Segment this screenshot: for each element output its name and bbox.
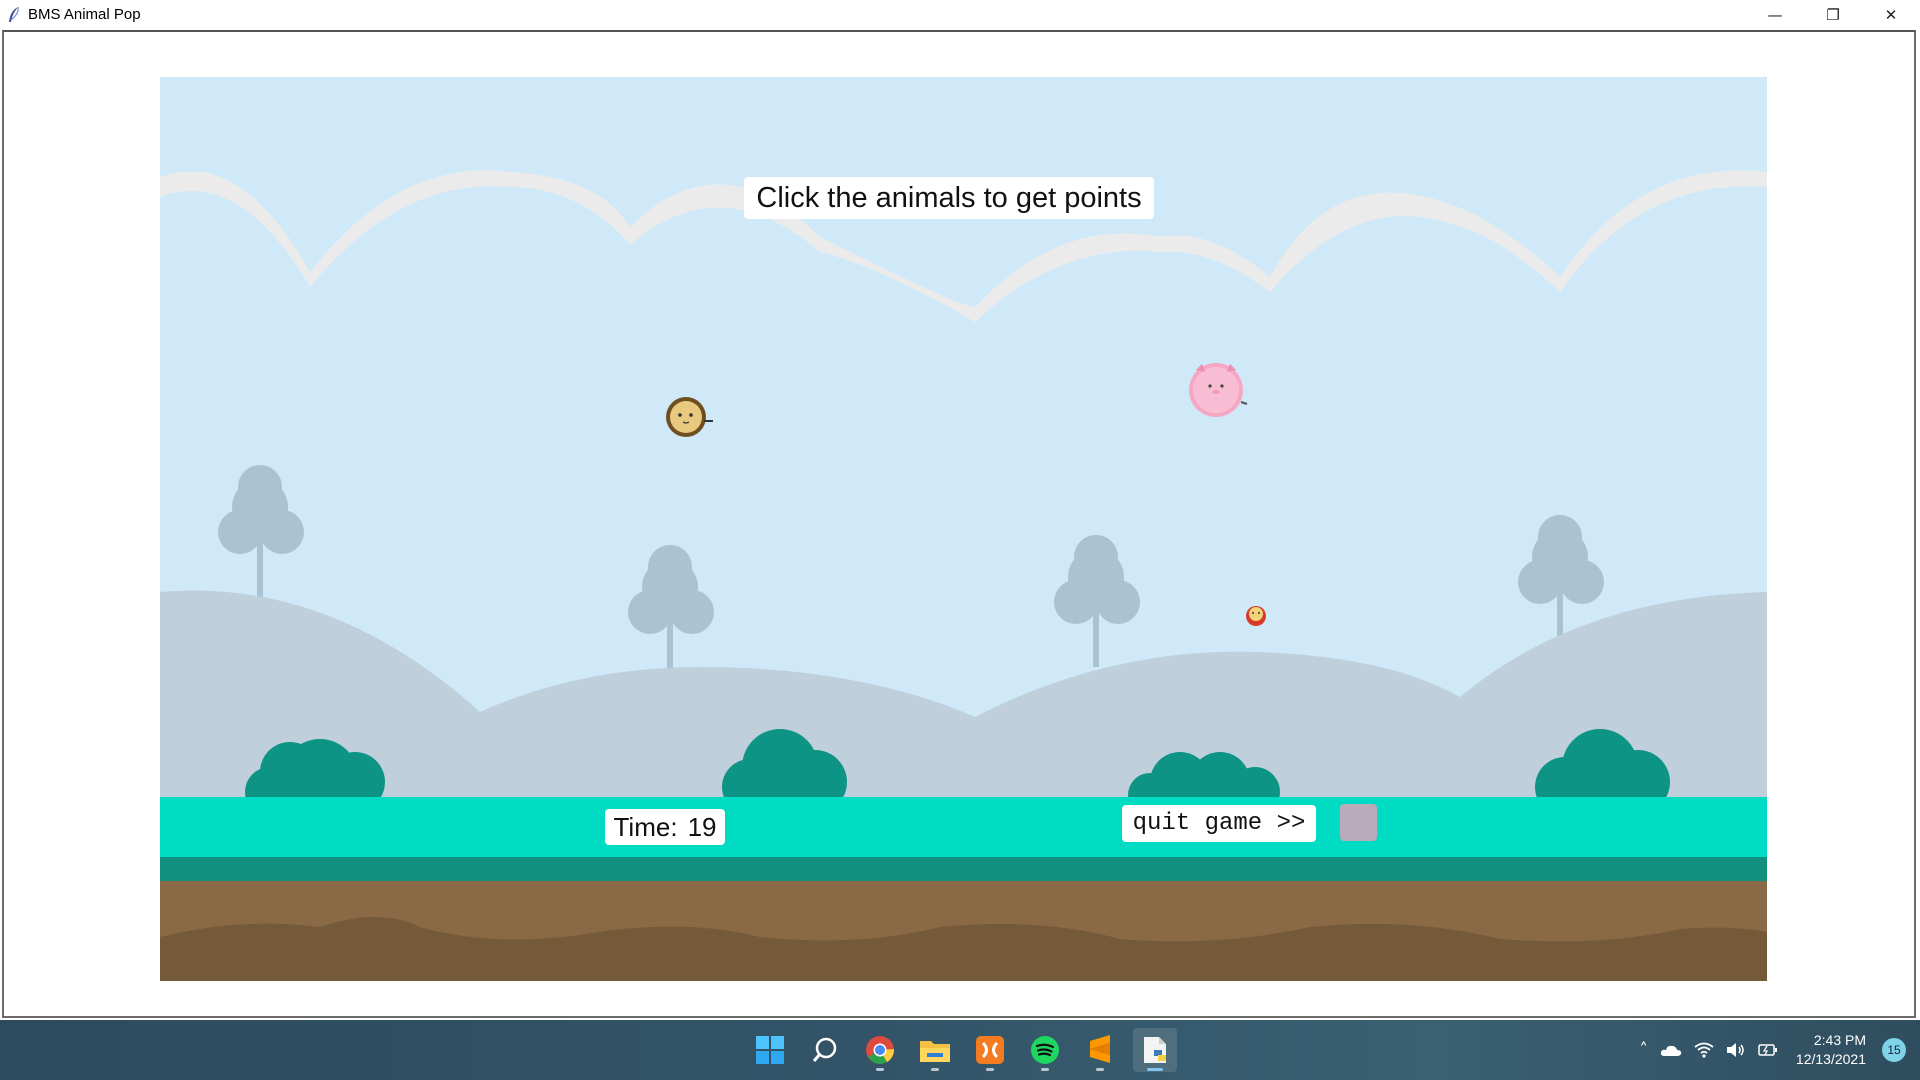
clock[interactable]: 2:43 PM 12/13/2021 bbox=[1796, 1031, 1866, 1069]
grey-square-button[interactable] bbox=[1340, 804, 1377, 841]
clock-time: 2:43 PM bbox=[1813, 1032, 1866, 1048]
restore-button[interactable]: ❐ bbox=[1804, 0, 1862, 29]
xampp-icon[interactable] bbox=[968, 1028, 1012, 1072]
file-explorer-icon[interactable] bbox=[913, 1028, 957, 1072]
chrome-icon[interactable] bbox=[858, 1028, 902, 1072]
title-bar: BMS Animal Pop — ❐ ✕ bbox=[0, 0, 1920, 29]
clock-date: 12/13/2021 bbox=[1795, 1051, 1866, 1067]
small-red-animal[interactable] bbox=[1244, 605, 1268, 627]
system-tray: ˄ 2:43 PM 12/13/2021 15 bbox=[1639, 1020, 1906, 1080]
timer-display: Time: 19 bbox=[605, 809, 725, 845]
wifi-icon[interactable] bbox=[1694, 1042, 1714, 1058]
sublime-text-icon[interactable] bbox=[1078, 1028, 1122, 1072]
pig-animal[interactable] bbox=[1188, 360, 1248, 420]
quit-game-button[interactable]: quit game >> bbox=[1122, 805, 1316, 842]
timer-label: Time: bbox=[613, 811, 678, 842]
speaker-icon[interactable] bbox=[1726, 1042, 1746, 1058]
battery-icon[interactable] bbox=[1758, 1043, 1778, 1057]
spotify-icon[interactable] bbox=[1023, 1028, 1067, 1072]
onedrive-cloud-icon[interactable] bbox=[1660, 1043, 1682, 1057]
chevron-up-icon[interactable]: ˄ bbox=[1639, 1040, 1648, 1060]
lion-animal[interactable] bbox=[666, 395, 714, 439]
taskbar: ˄ 2:43 PM 12/13/2021 15 bbox=[0, 1020, 1920, 1080]
python-idle-icon[interactable] bbox=[1133, 1028, 1177, 1072]
start-icon[interactable] bbox=[748, 1028, 792, 1072]
feather-icon bbox=[9, 6, 19, 22]
notification-badge[interactable]: 15 bbox=[1882, 1038, 1906, 1062]
timer-value: 19 bbox=[687, 811, 717, 842]
window-controls: — ❐ ✕ bbox=[1746, 0, 1920, 29]
game-canvas[interactable]: Click the animals to get points Time: 19… bbox=[160, 77, 1767, 981]
close-button[interactable]: ✕ bbox=[1862, 0, 1920, 29]
taskbar-apps bbox=[748, 1028, 1177, 1072]
search-icon[interactable] bbox=[803, 1028, 847, 1072]
instruction-banner: Click the animals to get points bbox=[744, 177, 1154, 219]
window-title: BMS Animal Pop bbox=[28, 6, 141, 23]
minimize-button[interactable]: — bbox=[1746, 0, 1804, 29]
